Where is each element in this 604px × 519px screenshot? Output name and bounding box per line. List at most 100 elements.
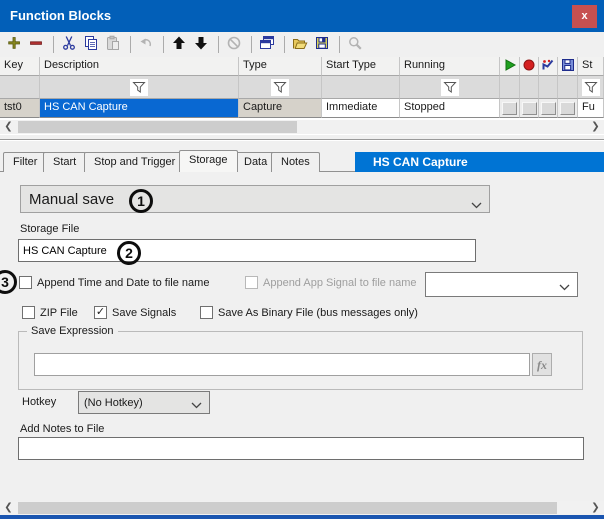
row-start-button[interactable] — [500, 99, 520, 118]
row-record-button[interactable] — [520, 99, 539, 118]
scroll-left-icon[interactable]: ❮ — [0, 501, 17, 515]
mini-button — [560, 102, 575, 115]
checkmark: ✓ — [95, 307, 106, 318]
mini-button — [541, 102, 556, 115]
start-icon — [503, 58, 517, 75]
save-column-icon — [561, 58, 575, 75]
mini-button — [522, 102, 537, 115]
record-icon — [522, 58, 536, 75]
filter-funnel-icon[interactable] — [130, 79, 148, 96]
undo-icon — [138, 35, 154, 54]
filter-funnel-icon[interactable] — [271, 79, 289, 96]
filter-cell-save — [558, 76, 578, 99]
tab-start[interactable]: Start — [43, 152, 86, 172]
column-header-save[interactable] — [558, 57, 578, 76]
remove-button[interactable] — [26, 35, 46, 55]
save-mode-dropdown[interactable]: Manual save — [20, 185, 490, 213]
tab-storage[interactable]: Storage — [179, 150, 238, 172]
save-mode-value: Manual save — [29, 191, 114, 208]
title-bar: Function Blocks x — [0, 0, 604, 32]
row-cell-type[interactable]: Capture — [239, 99, 322, 118]
add-notes-input[interactable] — [18, 437, 584, 460]
paste-button[interactable] — [103, 35, 123, 55]
append-time-date-checkbox[interactable] — [19, 276, 32, 289]
append-app-signal-checkbox[interactable] — [245, 276, 258, 289]
save-signals-label: Save Signals — [112, 307, 176, 319]
zip-file-label: ZIP File — [40, 307, 78, 319]
move-down-icon — [193, 35, 209, 54]
cut-button[interactable] — [59, 35, 79, 55]
column-header-partial[interactable]: St — [578, 57, 604, 76]
column-header-record[interactable] — [520, 57, 539, 76]
move-up-icon — [171, 35, 187, 54]
row-cell-key[interactable]: tst0 — [0, 99, 40, 118]
cut-icon — [61, 35, 77, 54]
filter-cell-start-type[interactable] — [322, 76, 400, 99]
expression-editor-button[interactable]: fx — [532, 353, 552, 376]
window-title: Function Blocks — [10, 8, 111, 23]
scroll-right-icon[interactable]: ❯ — [587, 120, 604, 134]
selected-block-header: HS CAN Capture — [355, 152, 604, 172]
app-signal-dropdown[interactable] — [425, 272, 578, 297]
cascade-windows-button[interactable] — [257, 35, 277, 55]
column-header-report[interactable] — [539, 57, 558, 76]
hotkey-dropdown[interactable]: (No Hotkey) — [78, 391, 210, 414]
panel-horizontal-scrollbar[interactable]: ❮ ❯ — [0, 501, 604, 515]
storage-file-input[interactable] — [18, 239, 476, 262]
save-expression-group: Save Expression fx — [18, 331, 583, 390]
find-icon — [347, 35, 363, 54]
row-cell-start-type[interactable]: Immediate — [322, 99, 400, 118]
hotkey-label: Hotkey — [22, 396, 56, 408]
row-cell-running[interactable]: Stopped — [400, 99, 500, 118]
zip-file-checkbox[interactable] — [22, 306, 35, 319]
move-down-button[interactable] — [191, 35, 211, 55]
column-header-start[interactable] — [500, 57, 520, 76]
toolbar-separator — [251, 36, 252, 53]
save-expression-label: Save Expression — [27, 325, 118, 337]
tab-filter[interactable]: Filter — [3, 152, 47, 172]
add-button[interactable] — [4, 35, 24, 55]
panel-scrollbar-thumb[interactable] — [18, 502, 557, 514]
save-expression-input[interactable] — [34, 353, 530, 376]
column-header-type[interactable]: Type — [239, 57, 322, 76]
remove-icon — [28, 35, 44, 54]
column-header-key[interactable]: Key — [0, 57, 40, 76]
grid-scrollbar-thumb[interactable] — [18, 121, 297, 133]
column-header-running[interactable]: Running — [400, 57, 500, 76]
tab-notes[interactable]: Notes — [271, 152, 320, 172]
storage-file-label: Storage File — [20, 223, 79, 235]
column-header-start-type[interactable]: Start Type — [322, 57, 400, 76]
save-binary-checkbox[interactable] — [200, 306, 213, 319]
filter-funnel-icon[interactable] — [582, 79, 600, 96]
scroll-right-icon[interactable]: ❯ — [587, 501, 604, 515]
column-header-description[interactable]: Description — [40, 57, 239, 76]
toolbar-separator — [163, 36, 164, 53]
copy-button[interactable] — [81, 35, 101, 55]
filter-cell-running[interactable] — [400, 76, 500, 99]
filter-cell-partial[interactable] — [578, 76, 604, 99]
row-cell-description[interactable]: HS CAN Capture — [40, 99, 239, 118]
toolbar — [0, 32, 604, 57]
move-up-button[interactable] — [169, 35, 189, 55]
filter-cell-key[interactable] — [0, 76, 40, 99]
filter-funnel-icon[interactable] — [441, 79, 459, 96]
row-save-button[interactable] — [558, 99, 578, 118]
disable-button[interactable] — [224, 35, 244, 55]
undo-button[interactable] — [136, 35, 156, 55]
close-button[interactable]: x — [572, 5, 597, 28]
tab-stop-and-trigger[interactable]: Stop and Trigger — [84, 152, 185, 172]
open-button[interactable] — [290, 35, 310, 55]
save-signals-checkbox[interactable]: ✓ — [94, 306, 107, 319]
add-notes-label: Add Notes to File — [20, 423, 104, 435]
find-button[interactable] — [345, 35, 365, 55]
filter-cell-description[interactable] — [40, 76, 239, 99]
toolbar-separator — [284, 36, 285, 53]
scroll-left-icon[interactable]: ❮ — [0, 120, 17, 134]
disable-icon — [226, 35, 242, 54]
row-cell-partial[interactable]: Fu — [578, 99, 604, 118]
chevron-down-icon — [191, 400, 202, 412]
save-button[interactable] — [312, 35, 332, 55]
row-report-button[interactable] — [539, 99, 558, 118]
grid-horizontal-scrollbar[interactable]: ❮ ❯ — [0, 120, 604, 134]
filter-cell-type[interactable] — [239, 76, 322, 99]
